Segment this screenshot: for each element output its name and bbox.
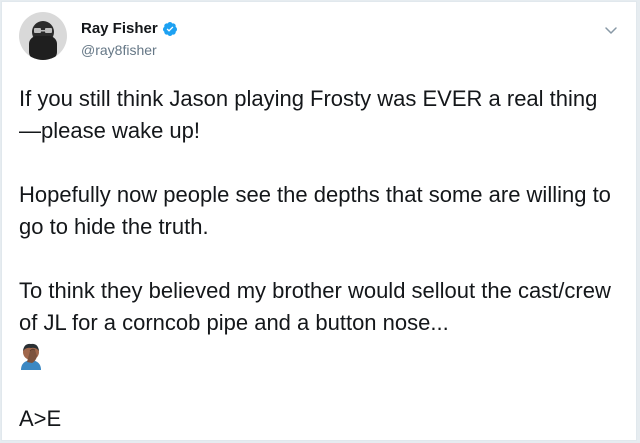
avatar[interactable] (19, 12, 67, 60)
avatar-image (19, 12, 67, 60)
emoji-line (19, 339, 619, 371)
tweet-text: If you still think Jason playing Frosty … (19, 83, 619, 435)
display-name[interactable]: Ray Fisher (81, 20, 178, 37)
tweet-paragraph-2: Hopefully now people see the depths that… (19, 182, 611, 239)
verified-badge-icon (162, 21, 177, 36)
tweet-paragraph-1: If you still think Jason playing Frosty … (19, 86, 598, 143)
tweet-paragraph-3: To think they believed my brother would … (19, 278, 611, 335)
tweet-card: Ray Fisher @ray8fisher If you still thin… (1, 1, 637, 441)
user-handle[interactable]: @ray8fisher (81, 42, 157, 58)
tweet-paragraph-4: A>E (19, 406, 62, 431)
display-name-text[interactable]: Ray Fisher (81, 20, 158, 37)
chevron-down-icon[interactable] (603, 22, 619, 38)
person-facepalming-emoji (21, 344, 41, 371)
